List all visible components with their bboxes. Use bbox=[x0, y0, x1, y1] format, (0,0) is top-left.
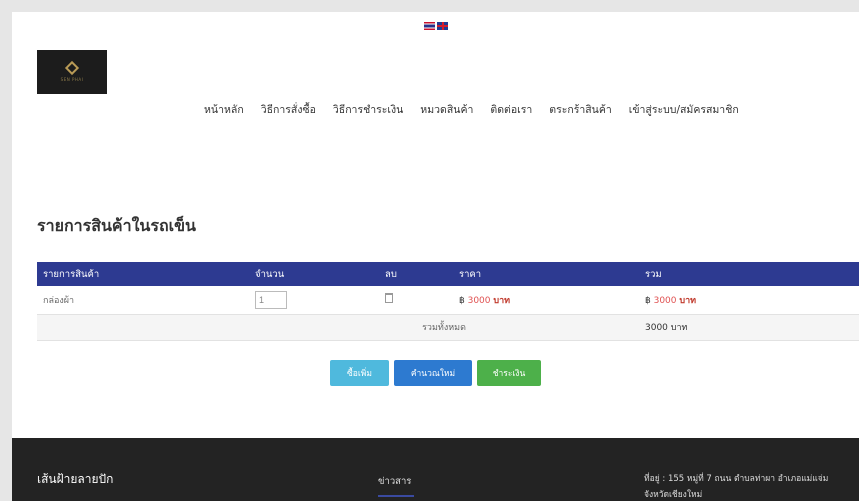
grand-total-row: รวมทั้งหมด 3000 บาท bbox=[37, 314, 859, 341]
subtotal-value: 3000 bbox=[653, 295, 677, 306]
nav-item-contact[interactable]: ติดต่อเรา bbox=[490, 101, 532, 118]
price-unit: บาท bbox=[493, 295, 511, 306]
cart-actions: ซื้อเพิ่ม คำนวณใหม่ ชำระเงิน bbox=[12, 360, 859, 386]
footer-news-heading[interactable]: ข่าวสาร bbox=[378, 474, 411, 489]
col-header-price: ราคา bbox=[453, 262, 639, 286]
nav-item-home[interactable]: หน้าหลัก bbox=[204, 101, 244, 118]
thai-flag-icon[interactable] bbox=[424, 22, 435, 30]
logo-mark-icon bbox=[64, 60, 80, 75]
col-header-delete: ลบ bbox=[379, 262, 453, 286]
logo[interactable]: SEN PHAI bbox=[37, 50, 107, 94]
uk-flag-icon[interactable] bbox=[437, 22, 448, 30]
price-value: 3000 bbox=[467, 295, 491, 306]
subtotal-cell: ฿ 3000 บาท bbox=[639, 286, 859, 315]
price-cell: ฿ 3000 บาท bbox=[453, 286, 639, 315]
continue-shopping-button[interactable]: ซื้อเพิ่ม bbox=[330, 360, 389, 386]
table-row: กล่องผ้า ฿ 3000 บาท ฿ 3000 บาท bbox=[37, 286, 859, 315]
footer-news-underline bbox=[378, 495, 414, 497]
footer-brand: เส้นฝ้ายลายปัก bbox=[37, 472, 114, 486]
nav-item-how-to-order[interactable]: วิธีการสั่งซื้อ bbox=[261, 101, 316, 118]
currency-symbol: ฿ bbox=[645, 295, 651, 306]
currency-symbol: ฿ bbox=[459, 295, 465, 306]
footer: เส้นฝ้ายลายปัก ข่าวสาร ที่อยู่ : 155 หมู… bbox=[12, 438, 859, 501]
product-name: กล่องผ้า bbox=[37, 286, 249, 315]
col-header-quantity: จำนวน bbox=[249, 262, 379, 286]
cart-table: รายการสินค้า จำนวน ลบ ราคา รวม กล่องผ้า … bbox=[37, 262, 859, 341]
language-switcher bbox=[424, 22, 448, 30]
grand-total-label: รวมทั้งหมด bbox=[249, 314, 639, 341]
page-title: รายการสินค้าในรถเข็น bbox=[37, 216, 196, 235]
trash-icon[interactable] bbox=[385, 293, 393, 304]
nav-item-categories[interactable]: หมวดสินค้า bbox=[420, 101, 473, 118]
page: SEN PHAI หน้าหลัก วิธีการสั่งซื้อ วิธีกา… bbox=[12, 12, 859, 501]
recalculate-button[interactable]: คำนวณใหม่ bbox=[394, 360, 472, 386]
col-header-product: รายการสินค้า bbox=[37, 262, 249, 286]
grand-total-value: 3000 บาท bbox=[639, 314, 859, 341]
checkout-button[interactable]: ชำระเงิน bbox=[477, 360, 541, 386]
logo-tagline: SEN PHAI bbox=[60, 76, 84, 82]
nav-item-payment[interactable]: วิธีการชำระเงิน bbox=[333, 101, 403, 118]
table-header-row: รายการสินค้า จำนวน ลบ ราคา รวม bbox=[37, 262, 859, 286]
footer-address: ที่อยู่ : 155 หมู่ที่ 7 ถนน ตำบลท่าผา อำ… bbox=[644, 474, 829, 500]
col-header-total: รวม bbox=[639, 262, 859, 286]
main-nav: หน้าหลัก วิธีการสั่งซื้อ วิธีการชำระเงิน… bbox=[204, 101, 739, 118]
subtotal-unit: บาท bbox=[679, 295, 697, 306]
nav-item-login[interactable]: เข้าสู่ระบบ/สมัครสมาชิก bbox=[629, 101, 739, 118]
quantity-input[interactable] bbox=[255, 290, 287, 309]
nav-item-cart[interactable]: ตระกร้าสินค้า bbox=[549, 101, 612, 118]
